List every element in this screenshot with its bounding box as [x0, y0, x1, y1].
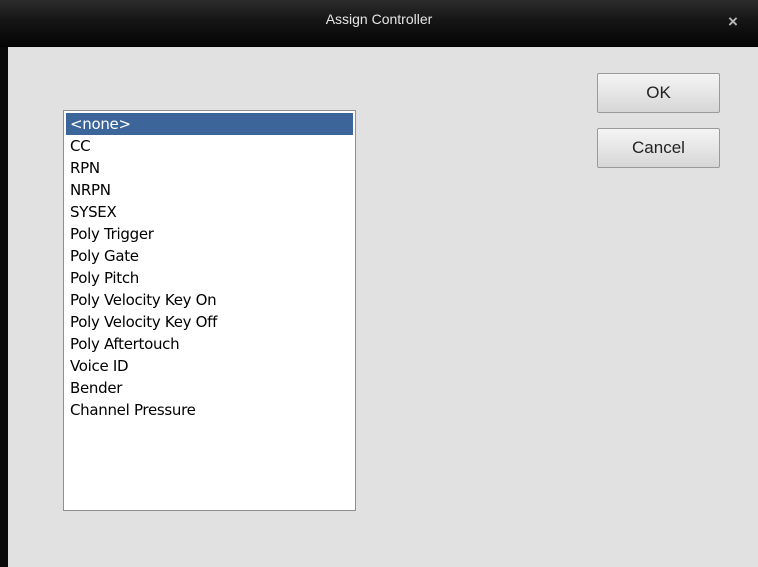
list-item-channel-pressure[interactable]: Channel Pressure	[66, 399, 353, 421]
dialog-body: <none> CC RPN NRPN SYSEX Poly Trigger Po…	[8, 47, 758, 567]
controller-type-list[interactable]: <none> CC RPN NRPN SYSEX Poly Trigger Po…	[63, 110, 356, 511]
list-item-voice-id[interactable]: Voice ID	[66, 355, 353, 377]
list-item-none[interactable]: <none>	[66, 113, 353, 135]
assign-controller-dialog: Assign Controller × <none> CC RPN NRPN S…	[0, 0, 758, 567]
ok-button[interactable]: OK	[597, 73, 720, 113]
list-item-bender[interactable]: Bender	[66, 377, 353, 399]
list-item-poly-velocity-key-on[interactable]: Poly Velocity Key On	[66, 289, 353, 311]
list-item-poly-trigger[interactable]: Poly Trigger	[66, 223, 353, 245]
list-item-poly-gate[interactable]: Poly Gate	[66, 245, 353, 267]
list-item-cc[interactable]: CC	[66, 135, 353, 157]
title-bar[interactable]: Assign Controller ×	[0, 0, 758, 47]
dialog-title: Assign Controller	[325, 11, 433, 27]
list-item-poly-pitch[interactable]: Poly Pitch	[66, 267, 353, 289]
list-item-sysex[interactable]: SYSEX	[66, 201, 353, 223]
list-item-rpn[interactable]: RPN	[66, 157, 353, 179]
cancel-button[interactable]: Cancel	[597, 128, 720, 168]
list-item-poly-aftertouch[interactable]: Poly Aftertouch	[66, 333, 353, 355]
close-icon[interactable]: ×	[720, 9, 746, 35]
list-item-nrpn[interactable]: NRPN	[66, 179, 353, 201]
list-item-poly-velocity-key-off[interactable]: Poly Velocity Key Off	[66, 311, 353, 333]
